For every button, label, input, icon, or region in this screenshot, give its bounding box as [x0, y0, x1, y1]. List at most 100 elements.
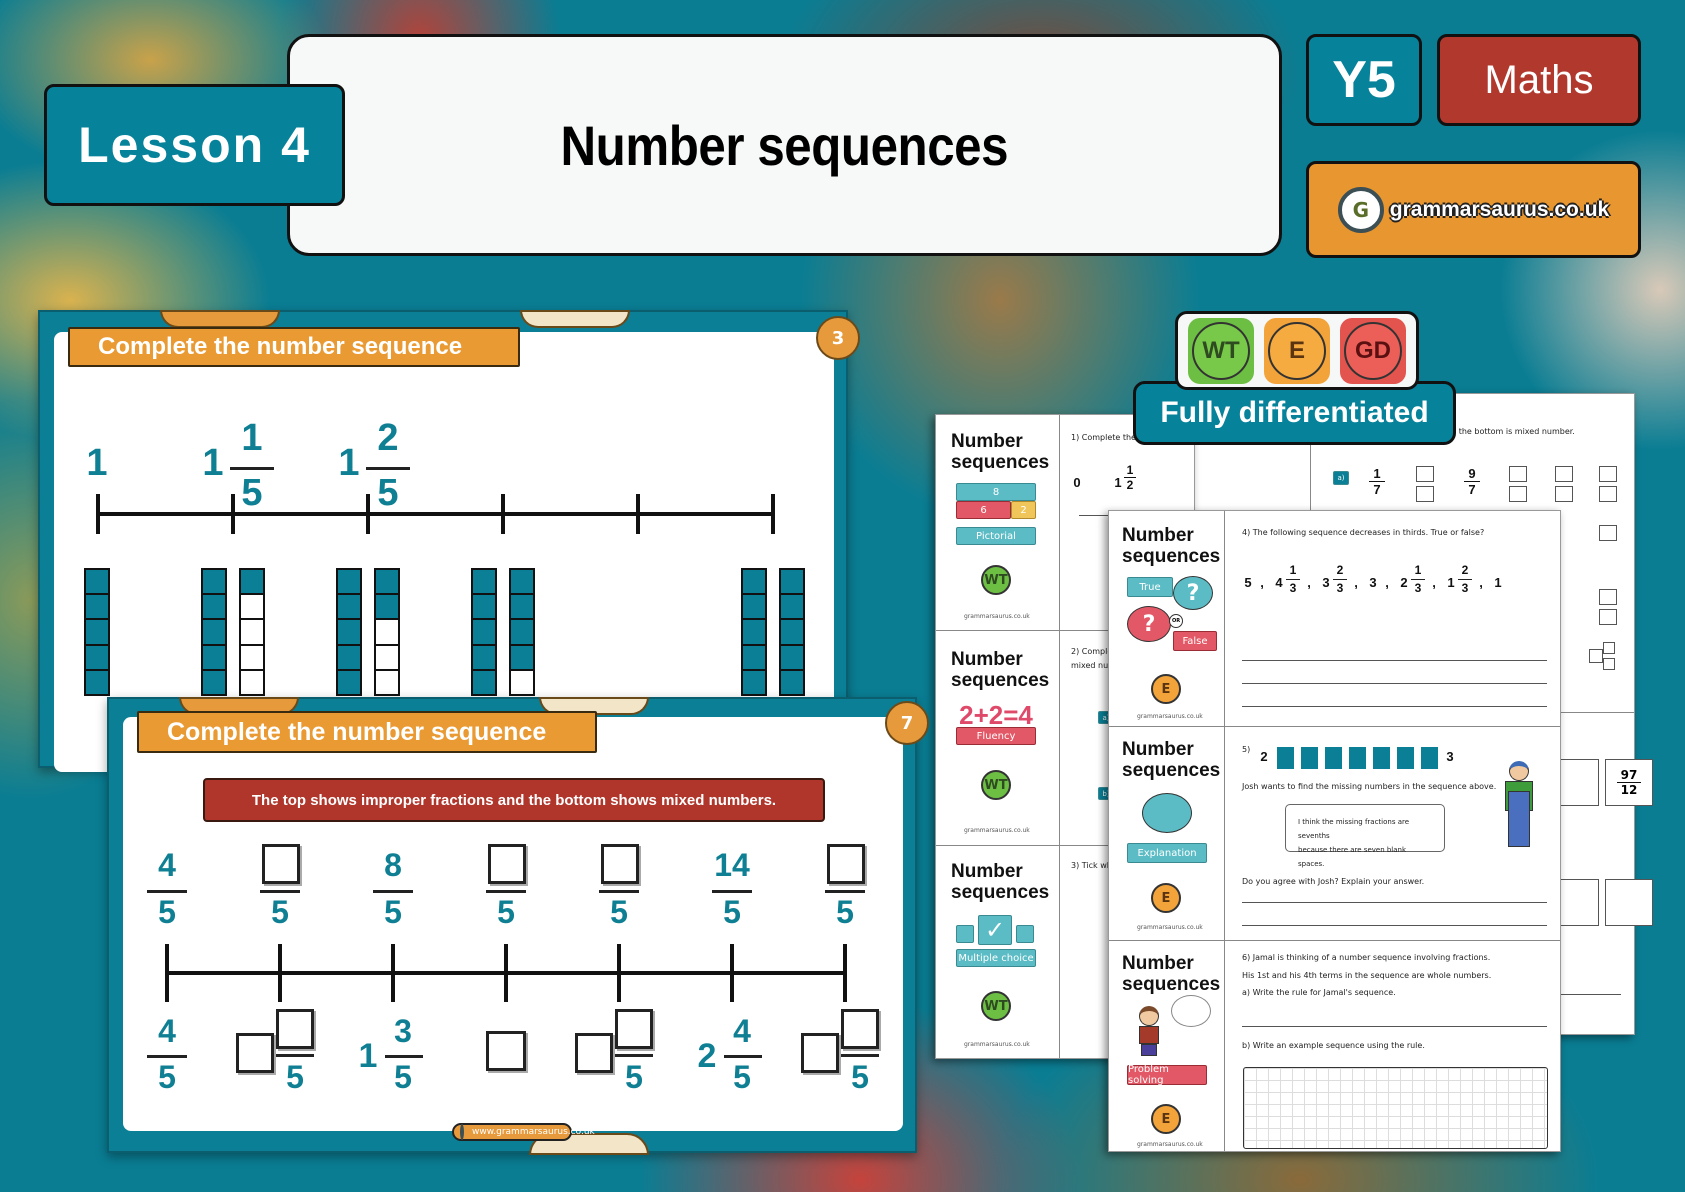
worksheet-footer: grammarsaurus.co.uk — [964, 827, 1030, 834]
fraction-bar — [385, 1055, 423, 1058]
sequence-label-1: 1 — [86, 442, 108, 484]
worksheet-title: Number sequences — [1122, 953, 1221, 995]
number-line-tick — [165, 944, 169, 1002]
missing-term-box — [1373, 747, 1390, 769]
denominator: 5 — [723, 894, 741, 930]
answer-box[interactable] — [1599, 589, 1617, 605]
false-label: False — [1173, 631, 1217, 651]
bar-model-cell — [473, 570, 495, 596]
fraction: 97 — [1464, 466, 1480, 497]
slide-heading: Complete the number sequence — [137, 711, 597, 753]
sequence-whole: 3 — [1369, 575, 1377, 590]
numerator: 14 — [714, 847, 750, 883]
missing-term-box — [1421, 747, 1438, 769]
answer-box[interactable] — [1599, 486, 1617, 502]
answer-box[interactable] — [1509, 486, 1527, 502]
answer-box[interactable] — [1589, 649, 1603, 663]
speech-bubble-icon — [1142, 793, 1192, 833]
answer-box — [488, 844, 526, 884]
denominator: 5 — [384, 894, 402, 930]
question-type-label: Multiple choice — [956, 949, 1036, 967]
e-badge-icon: E — [1264, 317, 1330, 384]
question-text: b) Write an example sequence using the r… — [1242, 1041, 1425, 1050]
answer-box[interactable] — [1603, 642, 1615, 654]
answer-box[interactable] — [1599, 466, 1617, 482]
answer-line[interactable] — [1242, 683, 1547, 684]
answer-box[interactable] — [1599, 609, 1617, 625]
bar-model-cell — [338, 570, 360, 596]
bar-model-cell — [376, 595, 398, 621]
answer-box[interactable] — [1509, 466, 1527, 482]
bar-model-cell — [511, 645, 533, 671]
denominator: 5 — [158, 1059, 176, 1095]
bar-model-cell — [241, 570, 263, 596]
option-box — [956, 925, 974, 943]
whole-number: 1 — [358, 1037, 378, 1075]
bar-model-column — [239, 568, 265, 696]
answer-box[interactable] — [1555, 486, 1573, 502]
gd-badge-icon: GD — [1340, 317, 1406, 384]
answer-line[interactable] — [1242, 925, 1547, 926]
answer-box — [236, 1033, 274, 1073]
answer-grid[interactable] — [1243, 1067, 1548, 1149]
number-line-tick — [391, 944, 395, 1002]
bar-model-cell — [743, 570, 765, 596]
denominator: 5 — [394, 1059, 412, 1095]
lesson-title: Number sequences — [560, 113, 1009, 177]
bar-model-cell — [376, 570, 398, 596]
sequence-whole: 2 — [1400, 575, 1408, 590]
number-line-tick — [504, 944, 508, 1002]
numerator: 4 — [158, 1013, 176, 1049]
missing-term-box — [1301, 747, 1318, 769]
answer-line[interactable] — [1242, 902, 1547, 903]
instruction-banner: The top shows improper fractions and the… — [203, 778, 825, 822]
fraction-bar — [147, 890, 187, 893]
footer-website-pill[interactable]: www.grammarsaurus.co.uk — [452, 1123, 595, 1141]
or-label: OR — [1169, 614, 1183, 628]
bar-model-cell — [241, 645, 263, 671]
question-bubble-icon: ? — [1173, 576, 1213, 610]
answer-box — [801, 1033, 839, 1073]
fraction-card — [1605, 879, 1653, 926]
comma: , — [1354, 575, 1358, 590]
sequence-whole: 1 — [1447, 575, 1455, 590]
question-number: 5) — [1242, 745, 1251, 754]
answer-line[interactable] — [1242, 660, 1547, 661]
question-bubble-icon: ? — [1127, 606, 1171, 642]
missing-term-box — [1349, 747, 1366, 769]
brand-badge[interactable]: G grammarsaurus.co.uk — [1306, 161, 1641, 258]
true-label: True — [1127, 577, 1173, 597]
question-text: Do you agree with Josh? Explain your ans… — [1242, 877, 1425, 886]
answer-box[interactable] — [1416, 466, 1434, 482]
answer-box — [827, 844, 865, 884]
sequence-denominator: 3 — [1336, 581, 1344, 595]
thinking-boy-icon — [1137, 1006, 1161, 1056]
answer-box — [276, 1009, 314, 1049]
denominator: 5 — [733, 1059, 751, 1095]
worksheet-title: Number sequences — [951, 861, 1050, 903]
answer-box[interactable] — [1599, 525, 1617, 541]
answer-line[interactable] — [1242, 706, 1547, 707]
answer-box[interactable] — [1416, 486, 1434, 502]
fraction-bar — [260, 890, 300, 893]
number-line-tick — [771, 494, 775, 534]
worksheet-title: Number sequences — [1122, 739, 1221, 781]
answer-line[interactable] — [1242, 1026, 1547, 1027]
bar-model-cell — [203, 670, 225, 695]
comma: , — [1385, 575, 1389, 590]
wt-level-icon: WT — [981, 991, 1011, 1021]
pizza-decoration — [160, 310, 280, 328]
bar-model-cell — [376, 645, 398, 671]
number-line-tick — [366, 494, 370, 534]
year-group-badge: Y5 — [1306, 34, 1422, 126]
question-type-label: Pictorial — [956, 527, 1036, 545]
brand-url[interactable]: grammarsaurus.co.uk — [1390, 198, 1609, 222]
bar-model-cell — [241, 595, 263, 621]
bar-model-cell — [86, 570, 108, 596]
answer-box[interactable] — [1555, 466, 1573, 482]
bar-model-cell — [338, 645, 360, 671]
bar-model-cell — [376, 620, 398, 646]
number-line-tick — [96, 494, 100, 534]
answer-box[interactable] — [1603, 658, 1615, 670]
bar-model-cell — [511, 670, 533, 695]
